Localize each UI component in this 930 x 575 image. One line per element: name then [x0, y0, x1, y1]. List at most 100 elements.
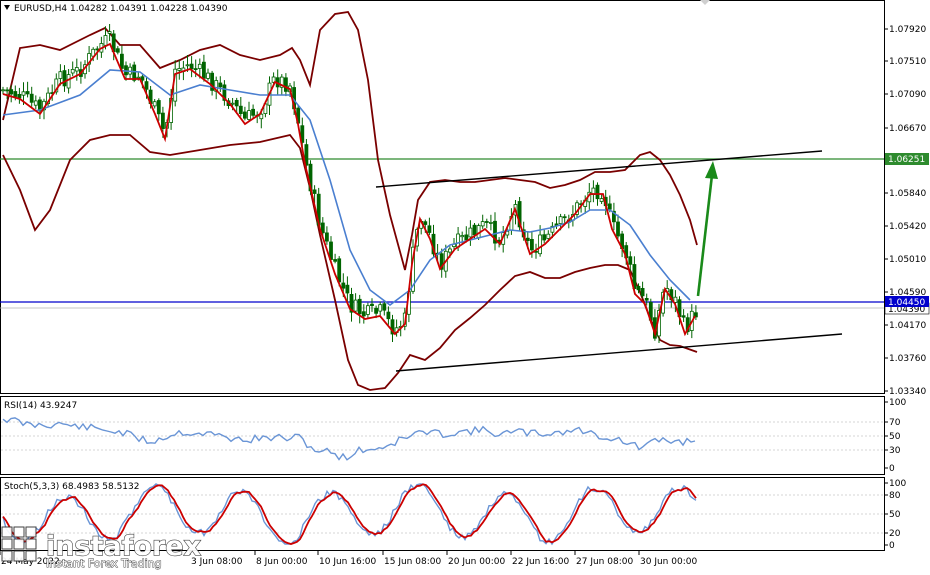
candle-body — [628, 256, 633, 265]
candle-body — [197, 63, 202, 69]
candle-body — [456, 233, 461, 248]
candle-body — [238, 105, 243, 114]
candle-body — [599, 198, 604, 202]
candle-body — [247, 110, 251, 120]
candle-body — [365, 305, 370, 315]
symbol-header: EURUSD,H4 1.04282 1.04391 1.04228 1.0439… — [14, 4, 228, 14]
candle-body — [33, 100, 38, 106]
candle-body — [177, 68, 182, 71]
candle-body — [136, 76, 141, 79]
candle-body — [447, 248, 452, 253]
candle-body — [312, 189, 317, 194]
rsi-tick-label: 70 — [889, 418, 901, 428]
candle-body — [644, 297, 649, 301]
candle-body — [193, 68, 198, 70]
candle-body — [488, 221, 493, 224]
candle-body — [140, 76, 145, 81]
rsi-title: RSI(14) 43.9247 — [4, 401, 77, 411]
candle-body — [341, 282, 346, 289]
time-tick-label: 22 Jun 16:00 — [512, 557, 569, 567]
blue-level-tag: 1.04450 — [885, 296, 929, 308]
candle-body — [201, 61, 206, 79]
candle-body — [370, 303, 374, 307]
time-tick-label: 10 Jun 16:00 — [319, 557, 376, 567]
price-tick-label: 1.05420 — [889, 222, 926, 232]
candle-body — [242, 111, 247, 119]
candle-body — [378, 304, 383, 312]
time-tick-label: 20 Jun 00:00 — [448, 557, 505, 567]
candle-body — [230, 102, 235, 105]
candle-body — [144, 81, 149, 90]
candle-body — [132, 64, 137, 81]
candle-body — [636, 285, 641, 291]
candle-body — [320, 222, 325, 234]
candle-body — [74, 67, 79, 72]
candle-body — [386, 311, 391, 320]
candle-body — [558, 216, 563, 224]
candle-body — [484, 221, 489, 223]
candle-body — [120, 53, 124, 69]
candle-body — [361, 311, 366, 317]
price-axis: 1.07920 1.07510 1.07090 1.06670 1.05840 1.054… — [884, 25, 926, 397]
candle-body — [382, 303, 387, 311]
rsi-tick-label: 30 — [889, 446, 901, 456]
price-tick-label: 1.07920 — [889, 25, 926, 35]
time-tick-label: 15 Jun 08:00 — [384, 557, 441, 567]
time-tick-label: 8 Jun 00:00 — [256, 557, 308, 567]
stoch-title: Stoch(5,3,3) 68.4983 58.5132 — [4, 482, 139, 492]
candle-body — [115, 48, 120, 53]
candle-body — [546, 233, 551, 239]
candle-body — [25, 91, 30, 95]
candle-body — [607, 203, 612, 210]
candle-body — [103, 35, 108, 46]
candle-body — [156, 100, 161, 115]
candle-body — [5, 89, 9, 92]
watermark-tagline: Instant Forex Trading — [46, 557, 162, 570]
candle-body — [160, 112, 165, 129]
candle-body — [530, 238, 534, 251]
candle-body — [464, 234, 469, 241]
candle-body — [333, 259, 338, 262]
price-tick-label: 1.07510 — [889, 57, 926, 67]
candle-body — [542, 234, 547, 241]
candle-body — [681, 315, 686, 318]
rsi-tick-label: 0 — [889, 464, 895, 474]
time-tick-label: 27 Jun 08:00 — [576, 557, 633, 567]
candle-body — [58, 71, 63, 79]
chart-canvas[interactable]: 1.07920 1.07510 1.07090 1.06670 1.05840 1.054… — [0, 0, 930, 571]
candle-body — [468, 227, 473, 238]
candle-body — [538, 234, 542, 255]
main-price-panel[interactable] — [0, 0, 885, 394]
candle-body — [21, 91, 26, 96]
candle-body — [505, 230, 510, 236]
price-tick-label: 1.04170 — [889, 321, 926, 331]
price-tick-label: 1.06670 — [889, 124, 926, 134]
candle-body — [29, 93, 34, 103]
candle-body — [345, 284, 350, 294]
candle-body — [460, 235, 465, 238]
candle-body — [353, 299, 358, 312]
candle-body — [185, 64, 190, 67]
candle-body — [525, 237, 530, 241]
stoch-tick-label: 0 — [889, 541, 895, 551]
candle-body — [640, 287, 645, 297]
candle-body — [616, 221, 620, 237]
stoch-axis: 100 80 50 20 0 — [884, 479, 906, 551]
instaforex-logo-icon — [1, 526, 37, 562]
candle-body — [423, 221, 428, 225]
candle-body — [374, 307, 379, 314]
candle-body — [357, 298, 362, 315]
stoch-tick-label: 100 — [889, 479, 906, 489]
price-tick-label: 1.07090 — [889, 90, 926, 100]
candle-body — [595, 184, 600, 200]
candle-body — [480, 221, 485, 227]
candle-body — [251, 108, 256, 116]
stoch-tick-label: 50 — [889, 510, 901, 520]
candle-body — [9, 89, 14, 95]
candle-body — [152, 101, 157, 107]
candle-body — [107, 31, 112, 34]
candle-body — [206, 72, 210, 79]
candle-body — [427, 225, 432, 233]
candle-body — [62, 70, 67, 87]
rsi-tick-label: 50 — [889, 432, 901, 442]
